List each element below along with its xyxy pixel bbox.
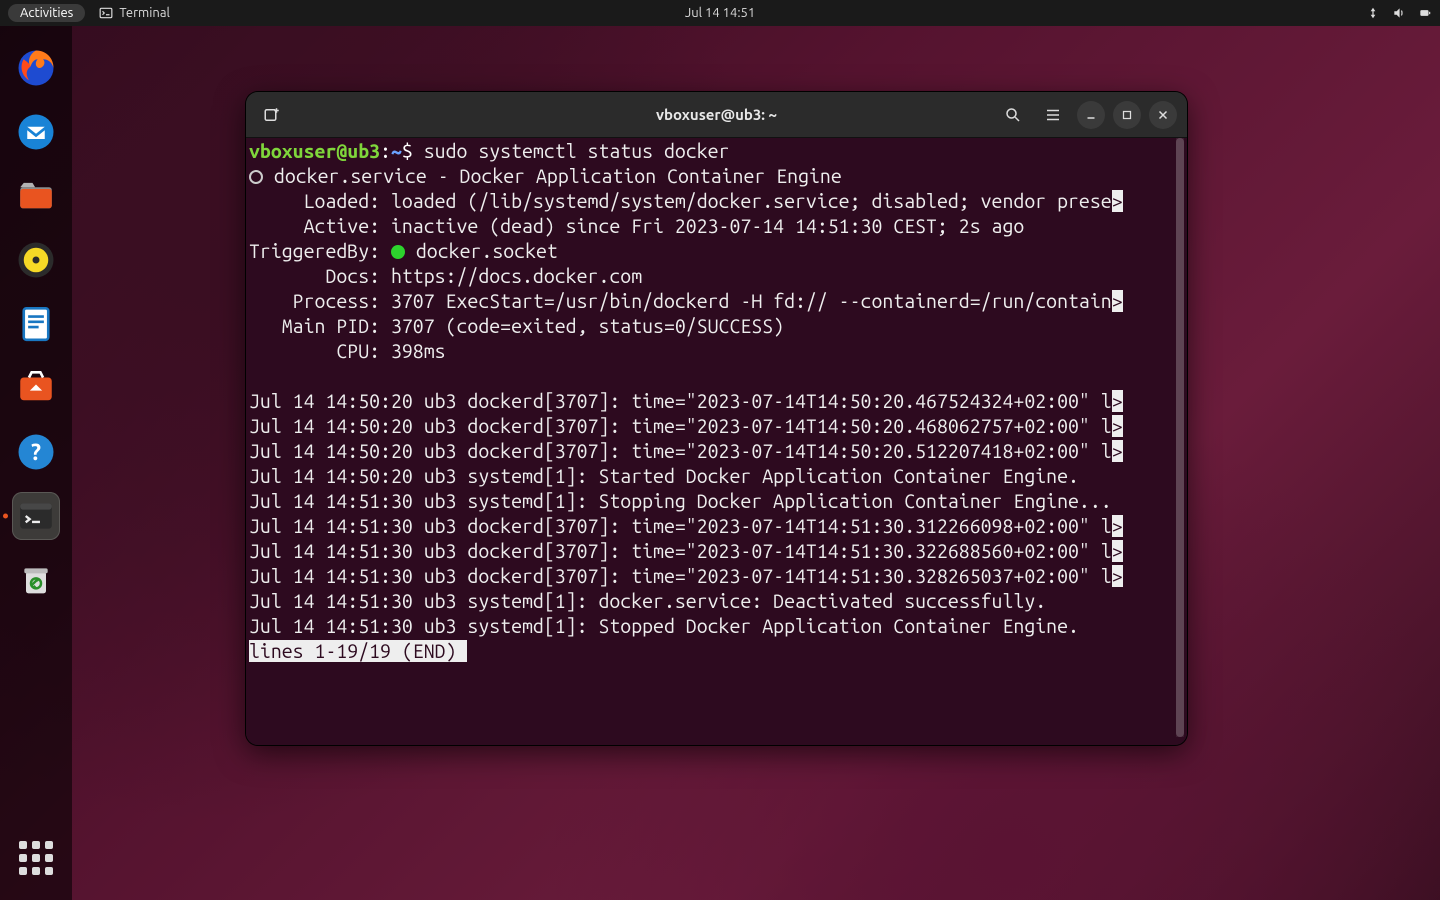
search-icon	[1004, 106, 1022, 124]
close-icon	[1157, 109, 1169, 121]
scrollbar[interactable]	[1176, 138, 1184, 737]
show-applications-button[interactable]	[12, 834, 60, 882]
dock-item-libreoffice-writer[interactable]	[12, 300, 60, 348]
clock[interactable]: Jul 14 14:51	[685, 6, 755, 20]
maximize-icon	[1121, 109, 1133, 121]
hamburger-menu-button[interactable]	[1037, 99, 1069, 131]
active-app-indicator[interactable]: Terminal	[99, 6, 170, 20]
dock-item-firefox[interactable]	[12, 44, 60, 92]
maximize-button[interactable]	[1113, 101, 1141, 129]
window-title: vboxuser@ub3: ~	[656, 106, 777, 123]
svg-text:?: ?	[31, 440, 41, 465]
dock: ?	[0, 26, 72, 900]
minimize-icon	[1085, 109, 1097, 121]
dock-item-terminal[interactable]	[12, 492, 60, 540]
running-indicator	[3, 514, 8, 519]
close-button[interactable]	[1149, 101, 1177, 129]
minimize-button[interactable]	[1077, 101, 1105, 129]
new-tab-button[interactable]	[256, 99, 288, 131]
dock-item-help[interactable]: ?	[12, 428, 60, 476]
dock-item-ubuntu-software[interactable]	[12, 364, 60, 412]
activities-button[interactable]: Activities	[8, 4, 85, 22]
terminal-window: vboxuser@ub3: ~ vboxuser@ub3:~$ sudo sys…	[246, 92, 1187, 745]
network-icon[interactable]	[1366, 6, 1380, 20]
hamburger-icon	[1044, 106, 1062, 124]
dock-item-thunderbird[interactable]	[12, 108, 60, 156]
window-titlebar[interactable]: vboxuser@ub3: ~	[246, 92, 1187, 138]
dock-item-files[interactable]	[12, 172, 60, 220]
terminal-icon	[99, 6, 113, 20]
top-bar: Activities Terminal Jul 14 14:51	[0, 0, 1440, 26]
terminal-output[interactable]: vboxuser@ub3:~$ sudo systemctl status do…	[246, 138, 1187, 745]
search-button[interactable]	[997, 99, 1029, 131]
volume-icon[interactable]	[1392, 6, 1406, 20]
dock-item-rhythmbox[interactable]	[12, 236, 60, 284]
active-app-label: Terminal	[119, 6, 170, 20]
dock-item-trash[interactable]	[12, 556, 60, 604]
battery-icon[interactable]	[1418, 6, 1432, 20]
